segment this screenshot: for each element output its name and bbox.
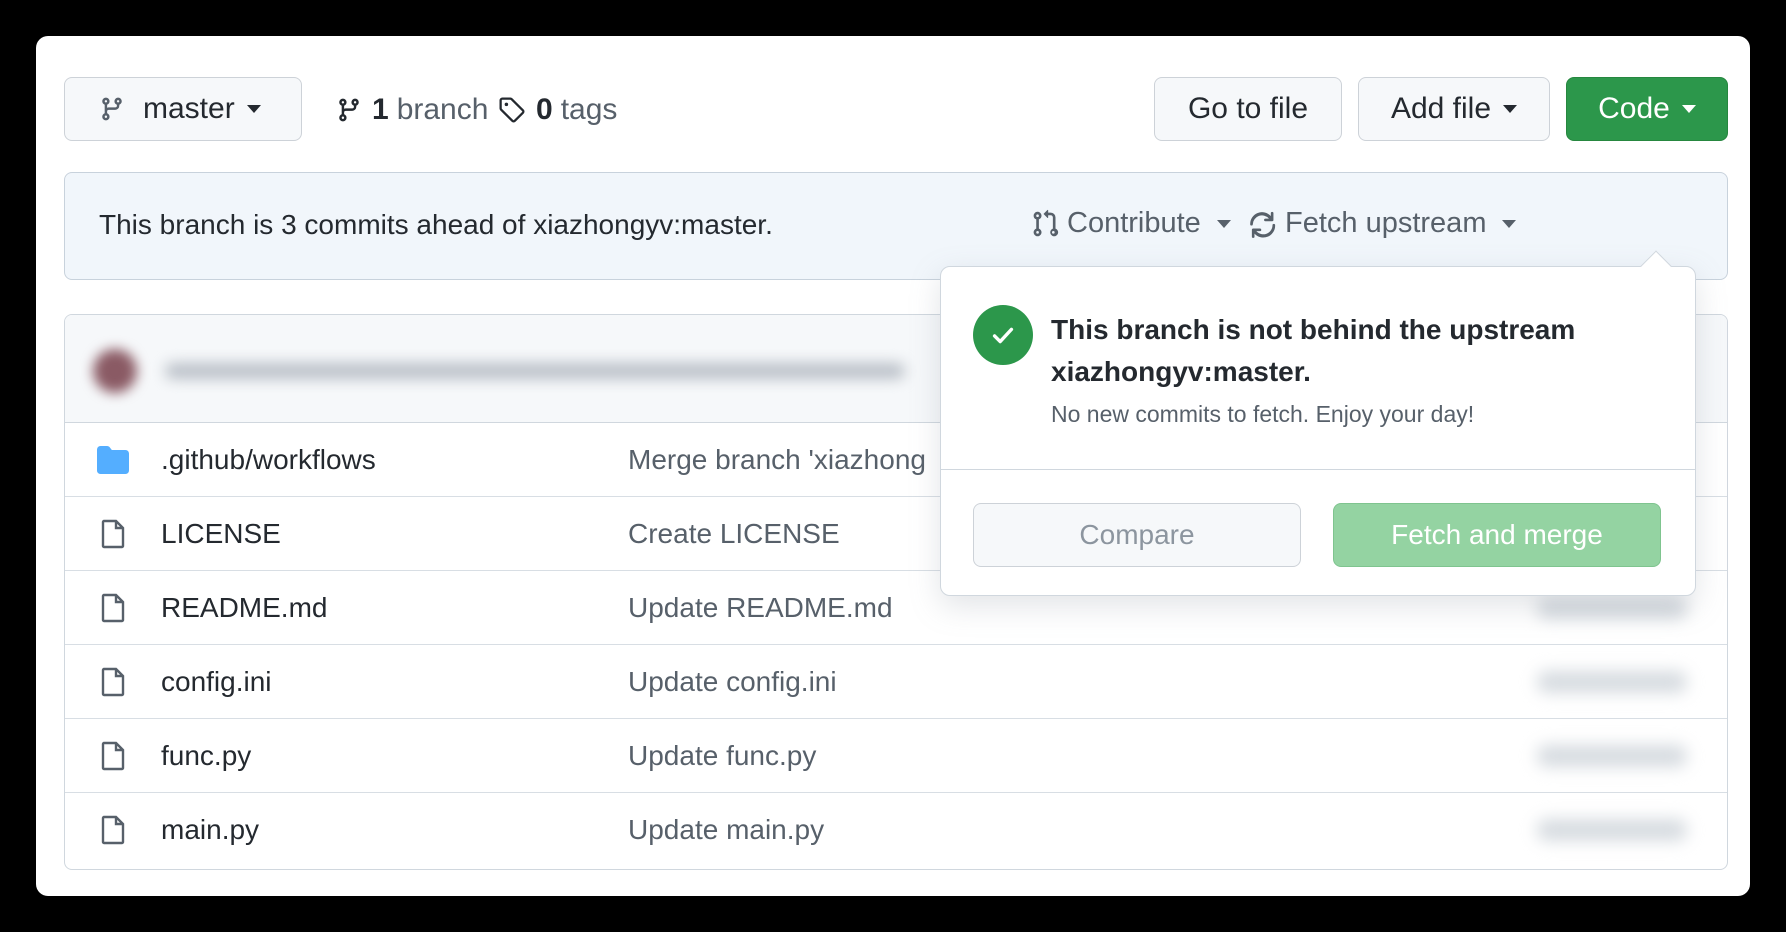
file-name[interactable]: README.md xyxy=(161,592,327,624)
folder-icon xyxy=(97,446,129,474)
check-circle-icon xyxy=(973,305,1033,365)
pull-request-icon xyxy=(1033,209,1059,236)
check-icon xyxy=(992,327,1014,344)
table-row[interactable]: func.py Update func.py xyxy=(65,719,1727,793)
chevron-down-icon xyxy=(246,105,261,113)
tag-count: 0 xyxy=(536,93,553,126)
commit-message[interactable]: Update README.md xyxy=(628,592,893,624)
contribute-button[interactable]: Contribute xyxy=(1031,207,1231,240)
chevron-down-icon xyxy=(1681,105,1696,113)
fetch-upstream-popover: This branch is not behind the upstream x… xyxy=(940,250,1696,596)
popover-title: This branch is not behind the upstream x… xyxy=(1051,309,1651,393)
file-name[interactable]: func.py xyxy=(161,740,251,772)
fetch-upstream-label: Fetch upstream xyxy=(1285,207,1487,239)
chevron-down-icon xyxy=(1502,219,1517,228)
code-button[interactable]: Code xyxy=(1566,77,1728,141)
branches-link[interactable]: 1 branch xyxy=(336,92,488,128)
file-icon xyxy=(101,519,125,549)
branch-status-text: This branch is 3 commits ahead of xiazho… xyxy=(99,209,773,240)
popover-subtitle: No new commits to fetch. Enjoy your day! xyxy=(1051,401,1475,427)
commit-age-redacted xyxy=(1537,744,1687,767)
fetch-and-merge-button[interactable]: Fetch and merge xyxy=(1333,503,1661,567)
file-name[interactable]: .github/workflows xyxy=(161,444,376,476)
tags-link[interactable]: 0 tags xyxy=(498,92,617,128)
contribute-label: Contribute xyxy=(1067,207,1201,239)
commit-age-redacted xyxy=(1537,596,1687,619)
popover-title-line-2: xiazhongyv:master. xyxy=(1051,356,1311,387)
commit-message[interactable]: Create LICENSE xyxy=(628,518,840,550)
go-to-file-button[interactable]: Go to file xyxy=(1154,77,1342,141)
branch-select-label: master xyxy=(143,92,235,125)
add-file-button[interactable]: Add file xyxy=(1358,77,1550,141)
file-name[interactable]: LICENSE xyxy=(161,518,281,550)
fetch-upstream-button[interactable]: Fetch upstream xyxy=(1247,207,1517,240)
avatar xyxy=(93,349,137,393)
commit-summary-redacted xyxy=(165,363,905,379)
tag-icon xyxy=(499,97,525,123)
chevron-down-icon xyxy=(1503,105,1518,113)
branch-select-button[interactable]: master xyxy=(64,77,302,141)
file-name[interactable]: main.py xyxy=(161,814,259,846)
file-icon xyxy=(101,741,125,771)
go-to-file-label: Go to file xyxy=(1187,92,1309,125)
table-row[interactable]: config.ini Update config.ini xyxy=(65,645,1727,719)
file-name[interactable]: config.ini xyxy=(161,666,272,698)
branch-word: branch xyxy=(396,93,489,126)
popover-title-line-1: This branch is not behind the upstream xyxy=(1051,314,1576,345)
commit-message[interactable]: Update func.py xyxy=(628,740,816,772)
compare-label: Compare xyxy=(1079,519,1195,550)
commit-message[interactable]: Update main.py xyxy=(628,814,824,846)
fetch-and-merge-label: Fetch and merge xyxy=(1391,519,1603,550)
add-file-label: Add file xyxy=(1390,92,1492,125)
file-icon xyxy=(101,667,125,697)
sync-icon xyxy=(1250,211,1276,238)
chevron-down-icon xyxy=(1216,219,1231,228)
git-branch-icon xyxy=(339,98,359,122)
compare-button[interactable]: Compare xyxy=(973,503,1301,567)
branch-count: 1 xyxy=(372,93,389,126)
branch-status-bar: This branch is 3 commits ahead of xiazho… xyxy=(64,172,1728,280)
table-row[interactable]: main.py Update main.py xyxy=(65,793,1727,867)
commit-message[interactable]: Merge branch 'xiazhong xyxy=(628,444,926,476)
code-label: Code xyxy=(1598,92,1670,125)
commit-message[interactable]: Update config.ini xyxy=(628,666,837,698)
file-icon xyxy=(101,815,125,845)
commit-age-redacted xyxy=(1537,819,1687,841)
git-branch-icon xyxy=(102,97,122,121)
divider xyxy=(941,469,1695,470)
commit-age-redacted xyxy=(1537,670,1687,693)
tag-word: tags xyxy=(560,93,618,126)
repo-window: master 1 branch 0 tags Go to file Add fi… xyxy=(36,36,1750,896)
file-icon xyxy=(101,593,125,623)
